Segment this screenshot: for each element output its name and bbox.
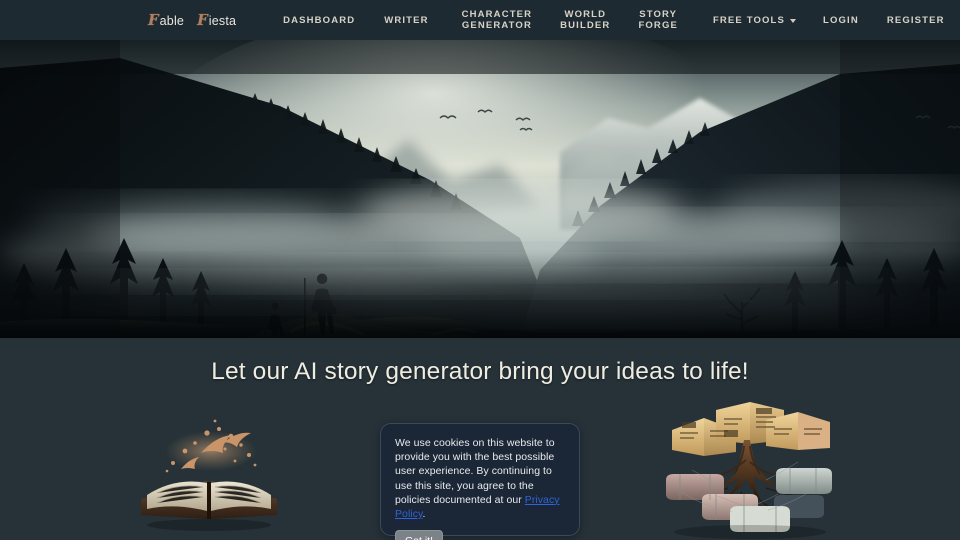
nav-item-world-builder[interactable]: WORLD BUILDER [560, 9, 610, 31]
top-navigation-bar: Fable Fiesta DASHBOARD WRITER CHARACTER … [0, 0, 960, 40]
feature-card-book-tree[interactable] [650, 400, 850, 540]
feature-card-magic-book[interactable] [110, 400, 310, 540]
tree-of-books-and-scrolls-icon [665, 402, 832, 539]
nav-item-login[interactable]: LOGIN [823, 15, 859, 26]
nav-item-dashboard[interactable]: DASHBOARD [283, 15, 355, 26]
nav-item-free-tools-label: FREE TOOLS [712, 14, 785, 26]
cookie-text-part2: . [422, 508, 426, 521]
cookie-accept-button[interactable]: Got it! [395, 530, 444, 540]
hero-illustration [0, 40, 960, 338]
logo-initial-f2: F [197, 10, 208, 29]
open-book-with-magic-sparks-icon [140, 419, 277, 531]
nav-inner: Fable Fiesta DASHBOARD WRITER CHARACTER … [0, 9, 960, 31]
logo-initial-f1: F [148, 10, 159, 29]
logo-word-fable: Fable [148, 10, 185, 29]
cookie-consent-banner: We use cookies on this website to provid… [380, 423, 580, 540]
nav-item-free-tools[interactable]: FREE TOOLS [713, 15, 796, 26]
logo-text-able: able [159, 13, 185, 28]
site-logo[interactable]: Fable Fiesta [148, 10, 245, 29]
logo-word-fiesta: Fiesta [197, 10, 237, 29]
nav-item-character-generator[interactable]: CHARACTER GENERATOR [462, 9, 533, 31]
logo-text-iesta: iesta [208, 13, 237, 28]
chevron-down-icon [790, 18, 796, 23]
cookie-consent-text: We use cookies on this website to provid… [395, 436, 565, 521]
nav-item-writer[interactable]: WRITER [384, 15, 428, 26]
nav-links: DASHBOARD WRITER CHARACTER GENERATOR WOR… [283, 9, 944, 31]
nav-item-story-forge[interactable]: STORY FORGE [638, 9, 678, 31]
nav-item-register[interactable]: REGISTER [887, 15, 945, 26]
page-headline: Let our AI story generator bring your id… [211, 358, 749, 385]
hero-banner-image [0, 40, 960, 338]
